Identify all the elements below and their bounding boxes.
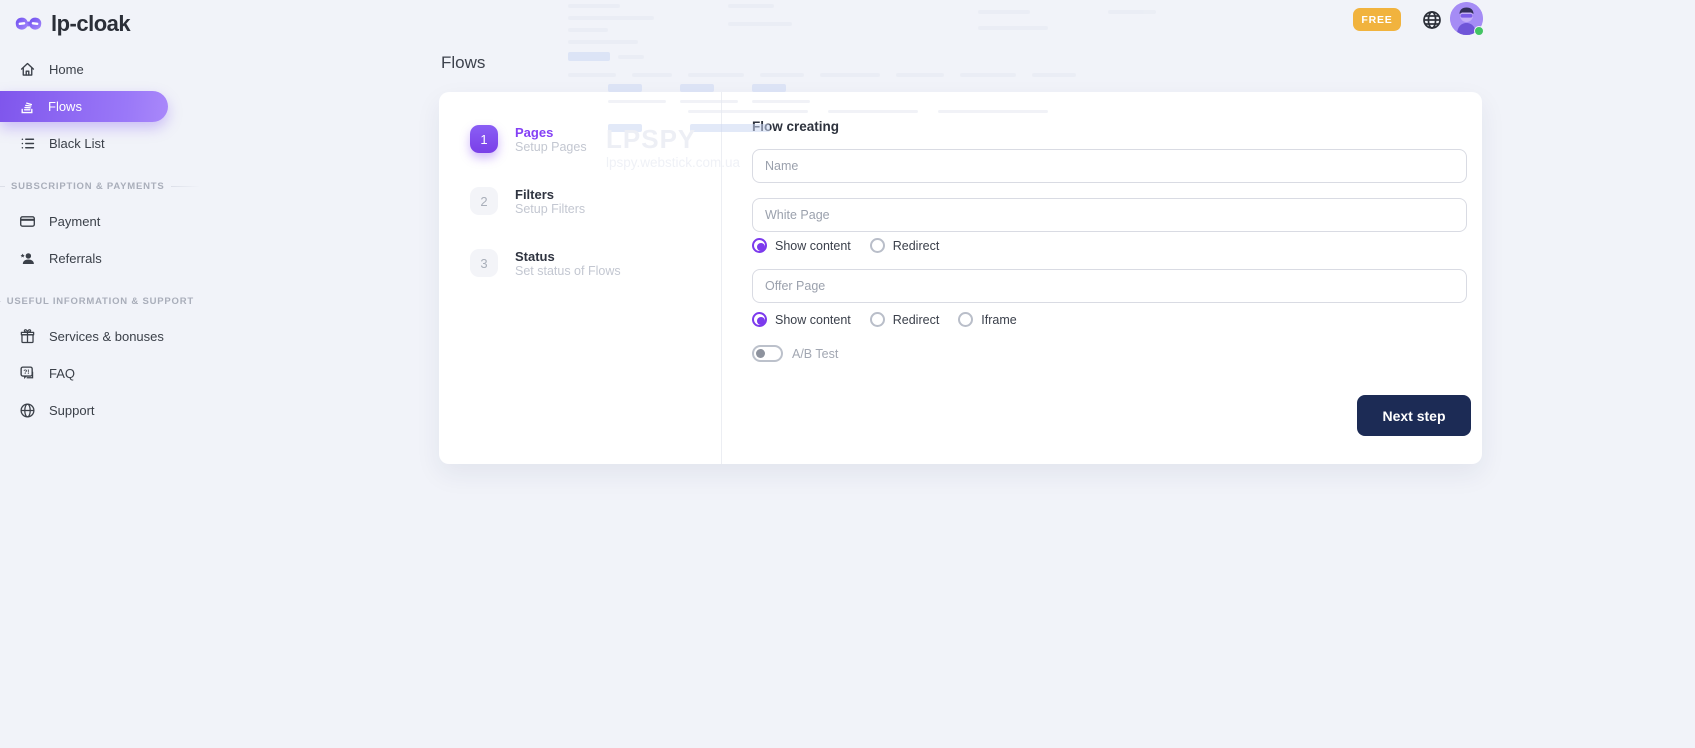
sidebar-item-label: Home (49, 62, 84, 77)
credit-card-icon (19, 213, 36, 230)
gift-icon (19, 328, 36, 345)
ab-test-toggle[interactable] (752, 345, 783, 362)
brand-logo: lp-cloak (0, 0, 200, 40)
offer-page-iframe-radio[interactable]: Iframe (958, 312, 1016, 327)
sidebar-section-useful-support: USEFUL INFORMATION & SUPPORT (0, 296, 200, 307)
white-page-show-content-radio[interactable]: Show content (752, 238, 851, 253)
black-list-icon (19, 135, 36, 152)
sidebar: lp-cloak Home (0, 0, 200, 748)
step-number: 1 (470, 125, 498, 153)
sidebar-item-label: Flows (48, 99, 82, 114)
stepper-step-filters[interactable]: 2 Filters Setup Filters (470, 187, 585, 217)
next-step-button[interactable]: Next step (1357, 395, 1471, 436)
step-subtitle: Setup Pages (515, 140, 587, 155)
sidebar-item-label: FAQ (49, 366, 75, 381)
online-status-dot (1474, 26, 1484, 36)
sidebar-item-flows[interactable]: Flows (0, 91, 168, 122)
sidebar-item-label: Payment (49, 214, 100, 229)
stepper-step-status[interactable]: 3 Status Set status of Flows (470, 249, 621, 279)
page-title: Flows (441, 53, 485, 73)
white-page-redirect-radio[interactable]: Redirect (870, 238, 940, 253)
sidebar-item-payment[interactable]: Payment (0, 206, 200, 237)
sidebar-item-faq[interactable]: ?! FAQ (0, 358, 200, 389)
step-title: Filters (515, 187, 585, 202)
step-subtitle: Setup Filters (515, 202, 585, 217)
offer-page-show-content-radio[interactable]: Show content (752, 312, 851, 327)
sidebar-item-label: Services & bonuses (49, 329, 164, 344)
sidebar-item-services-bonuses[interactable]: Services & bonuses (0, 321, 200, 352)
radio-unselected-icon (870, 312, 885, 327)
language-globe-icon[interactable] (1422, 10, 1442, 30)
offer-page-input[interactable] (752, 269, 1467, 303)
sidebar-item-black-list[interactable]: Black List (0, 128, 200, 159)
step-title: Status (515, 249, 621, 264)
card-divider (721, 92, 722, 464)
radio-unselected-icon (958, 312, 973, 327)
sidebar-item-label: Black List (49, 136, 105, 151)
sidebar-item-referrals[interactable]: Referrals (0, 243, 200, 274)
referrals-icon (19, 250, 36, 267)
radio-selected-icon (752, 312, 767, 327)
support-globe-icon (19, 402, 36, 419)
step-title: Pages (515, 125, 587, 140)
step-number: 3 (470, 249, 498, 277)
step-subtitle: Set status of Flows (515, 264, 621, 279)
step-number: 2 (470, 187, 498, 215)
svg-text:?!: ?! (23, 369, 29, 376)
sidebar-nav: Home Flows (0, 54, 200, 426)
white-page-input[interactable] (752, 198, 1467, 232)
ab-test-row: A/B Test (752, 345, 838, 362)
name-input[interactable] (752, 149, 1467, 183)
flows-icon (19, 99, 35, 115)
mask-logo-icon (15, 15, 42, 33)
stepper-step-pages[interactable]: 1 Pages Setup Pages (470, 125, 587, 155)
ab-test-label: A/B Test (792, 347, 838, 361)
sidebar-item-label: Referrals (49, 251, 102, 266)
radio-unselected-icon (870, 238, 885, 253)
user-avatar[interactable] (1450, 2, 1483, 35)
flow-creating-card: 1 Pages Setup Pages 2 Filters Setup Filt… (439, 92, 1482, 464)
sidebar-item-label: Support (49, 403, 95, 418)
toggle-knob-icon (756, 349, 765, 358)
brand-name: lp-cloak (51, 11, 130, 37)
sidebar-item-home[interactable]: Home (0, 54, 200, 85)
plan-badge[interactable]: FREE (1353, 8, 1401, 31)
offer-page-radio-group: Show content Redirect Iframe (752, 311, 1017, 328)
home-icon (19, 61, 36, 78)
sidebar-section-subscription-payments: SUBSCRIPTION & PAYMENTS (0, 181, 200, 192)
radio-selected-icon (752, 238, 767, 253)
sidebar-item-support[interactable]: Support (0, 395, 200, 426)
offer-page-redirect-radio[interactable]: Redirect (870, 312, 940, 327)
topbar: FREE (1353, 2, 1483, 35)
form-title: Flow creating (752, 119, 839, 134)
app-root: lp-cloak Home (0, 0, 1695, 748)
faq-bubble-icon: ?! (19, 365, 36, 382)
white-page-radio-group: Show content Redirect (752, 237, 939, 254)
